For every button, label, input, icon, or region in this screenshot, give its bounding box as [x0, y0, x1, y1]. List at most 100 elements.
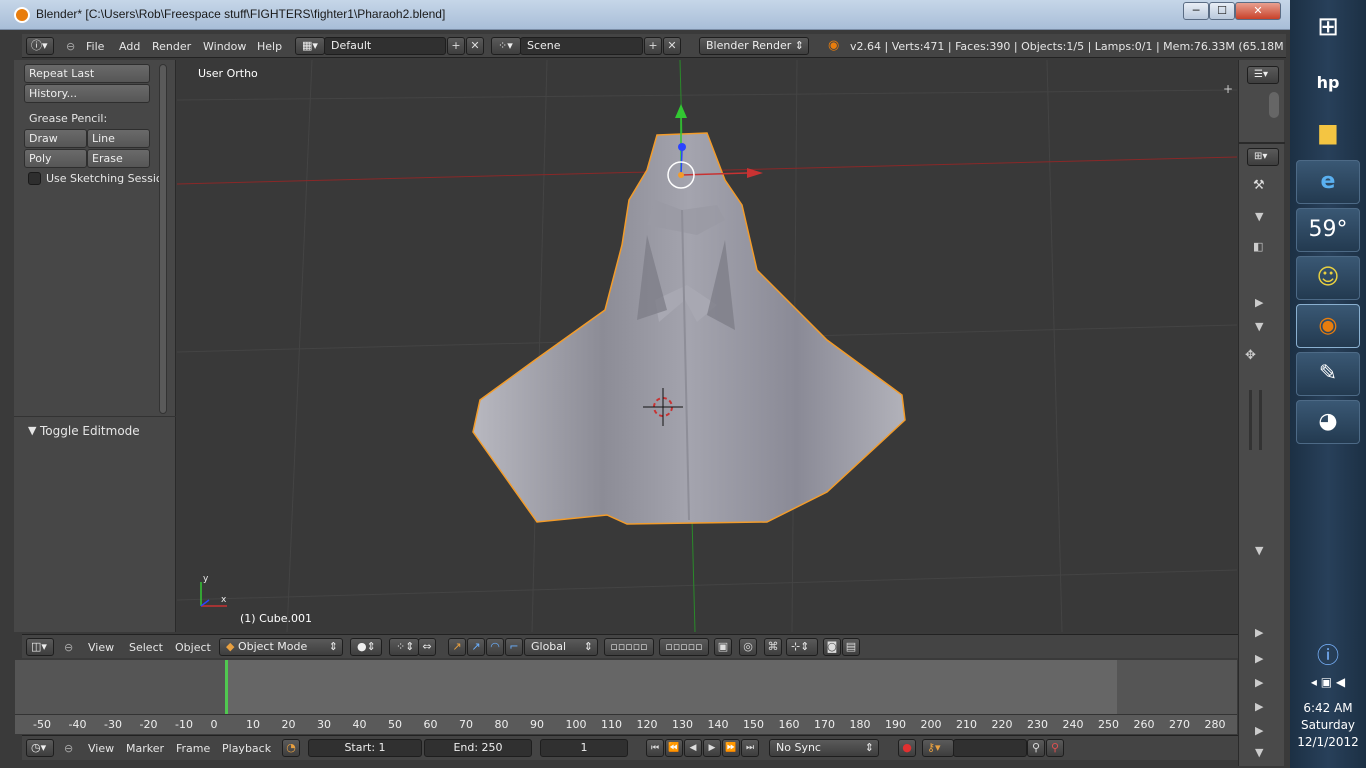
- rotate-widget-icon[interactable]: ◠: [486, 638, 504, 656]
- scene-remove-icon[interactable]: ✕: [663, 37, 681, 55]
- outliner-editor-type-button[interactable]: ☰▾: [1247, 66, 1279, 84]
- layers-grid-1[interactable]: ▫▫▫▫▫: [604, 638, 654, 656]
- editor-type-info-button[interactable]: ⓘ▾: [26, 37, 54, 55]
- render-animation-icon[interactable]: ▤: [842, 638, 860, 656]
- scene-add-icon[interactable]: +: [644, 37, 662, 55]
- hp-icon[interactable]: hp: [1296, 62, 1360, 106]
- expand-triangle-icon[interactable]: ▶: [1255, 700, 1263, 713]
- layout-remove-icon[interactable]: ✕: [466, 37, 484, 55]
- toggle-editmode-heading[interactable]: Toggle Editmode: [40, 424, 140, 438]
- record-icon[interactable]: ●: [898, 739, 916, 757]
- maximize-button[interactable]: ☐: [1209, 2, 1235, 20]
- plus-corner-icon[interactable]: +: [1223, 82, 1233, 96]
- expand-triangle-icon[interactable]: ▶: [1255, 724, 1263, 737]
- tool-shelf-scrollbar[interactable]: [159, 64, 167, 414]
- scene-name-field[interactable]: Scene: [520, 37, 643, 55]
- menu-add[interactable]: Add: [119, 40, 140, 53]
- play-reverse-icon[interactable]: ◀: [684, 739, 702, 757]
- menu-marker[interactable]: Marker: [126, 742, 164, 755]
- menu-playback[interactable]: Playback: [222, 742, 271, 755]
- blender-taskbar-icon[interactable]: ◉: [1296, 304, 1360, 348]
- close-button[interactable]: ✕: [1235, 2, 1281, 20]
- timeline-area[interactable]: [15, 660, 1237, 714]
- manipulator-toggle-icon[interactable]: ⇔: [418, 638, 436, 656]
- editor-type-3d-button[interactable]: ◫▾: [26, 638, 54, 656]
- jump-end-icon[interactable]: ⏭: [741, 739, 759, 757]
- menu-frame[interactable]: Frame: [176, 742, 210, 755]
- grease-erase-button[interactable]: Erase: [87, 149, 150, 168]
- properties-editor-type-button[interactable]: ⊞▾: [1247, 148, 1279, 166]
- wrench-icon[interactable]: ⚒: [1253, 178, 1265, 193]
- pivot-select[interactable]: ⁘⇕: [389, 638, 419, 656]
- jump-keyframe-back-icon[interactable]: ⏪: [665, 739, 683, 757]
- minimize-button[interactable]: ─: [1183, 2, 1209, 20]
- translate-manipulator-icon[interactable]: ↗: [448, 638, 466, 656]
- expand-triangle-icon[interactable]: ▼: [28, 424, 36, 437]
- menu-file[interactable]: File: [86, 40, 104, 53]
- move-icon[interactable]: ✥: [1245, 348, 1256, 363]
- jump-keyframe-forward-icon[interactable]: ⏩: [722, 739, 740, 757]
- layout-add-icon[interactable]: +: [447, 37, 465, 55]
- shading-select[interactable]: ●⇕: [350, 638, 382, 656]
- collapse-icon[interactable]: ⊖: [64, 742, 73, 755]
- outliner-scrollbar[interactable]: [1269, 92, 1279, 118]
- grease-draw-button[interactable]: Draw: [24, 129, 87, 148]
- editor-type-timeline-button[interactable]: ◷▾: [26, 739, 54, 757]
- 3d-viewport[interactable]: y x User Ortho (1) Cube.001 +: [177, 60, 1237, 632]
- taskbar-clock[interactable]: 6:42 AM Saturday 12/1/2012: [1290, 700, 1366, 751]
- proportional-edit-icon[interactable]: ◎: [739, 638, 757, 656]
- scene-browse-button[interactable]: ⁘▾: [491, 37, 521, 55]
- expand-triangle-icon[interactable]: ▶: [1255, 296, 1263, 309]
- weather-gadget[interactable]: 59°: [1296, 208, 1360, 252]
- layout-name-field[interactable]: Default: [324, 37, 446, 55]
- render-camera-icon[interactable]: ◙: [823, 638, 841, 656]
- grease-poly-button[interactable]: Poly: [24, 149, 87, 168]
- collapse-triangle-icon[interactable]: ▼: [1255, 320, 1263, 333]
- keying-set-icon[interactable]: ⚷▾: [922, 739, 954, 757]
- jump-start-icon[interactable]: ⏮: [646, 739, 664, 757]
- menu-help[interactable]: Help: [257, 40, 282, 53]
- internet-explorer-icon[interactable]: e: [1296, 160, 1360, 204]
- menu-object[interactable]: Object: [175, 641, 211, 654]
- expand-triangle-icon[interactable]: ▶: [1255, 626, 1263, 639]
- insert-keyframe-icon[interactable]: ⚲: [1027, 739, 1045, 757]
- folder-icon[interactable]: ▆: [1296, 112, 1360, 156]
- end-frame-field[interactable]: End: 250: [424, 739, 532, 757]
- grease-line-button[interactable]: Line: [87, 129, 150, 148]
- camera-icon[interactable]: ◧: [1253, 240, 1263, 253]
- tray-icons[interactable]: ◂ ▣ ◀: [1296, 672, 1360, 692]
- layout-browse-button[interactable]: ▦▾: [295, 37, 325, 55]
- lock-layers-icon[interactable]: ▣: [714, 638, 732, 656]
- gimp-icon[interactable]: ◕: [1296, 400, 1360, 444]
- timeline-ruler[interactable]: -50 -40 -30 -20 -10 0 10 20 30 40 50 60 70 80 90 100 110…: [15, 714, 1237, 734]
- yahoo-messenger-icon[interactable]: ☺: [1296, 256, 1360, 300]
- sync-select[interactable]: No Sync ⇕: [769, 739, 879, 757]
- sketching-checkbox[interactable]: [28, 172, 41, 185]
- expand-triangle-icon[interactable]: ▶: [1255, 652, 1263, 665]
- current-frame-field[interactable]: 1: [540, 739, 628, 757]
- start-orb-icon[interactable]: ⊞: [1296, 6, 1360, 50]
- delete-keyframe-icon[interactable]: ⚲: [1046, 739, 1064, 757]
- menu-view[interactable]: View: [88, 742, 114, 755]
- history-button[interactable]: History...: [24, 84, 150, 103]
- menu-view[interactable]: View: [88, 641, 114, 654]
- collapse-triangle-icon[interactable]: ▼: [1255, 210, 1263, 223]
- move-widget-icon[interactable]: ↗: [467, 638, 485, 656]
- preview-range-icon[interactable]: ◔: [282, 739, 300, 757]
- collapse-triangle-icon[interactable]: ▼: [1255, 746, 1263, 759]
- collapse-icon[interactable]: ⊖: [66, 40, 75, 53]
- current-frame-line[interactable]: [225, 660, 228, 714]
- properties-slider[interactable]: [1259, 390, 1262, 450]
- orientation-select[interactable]: Global ⇕: [524, 638, 598, 656]
- render-engine-select[interactable]: Blender Render ⇕: [699, 37, 809, 55]
- snap-element-select[interactable]: ⊹⇕: [786, 638, 818, 656]
- layers-grid-2[interactable]: ▫▫▫▫▫: [659, 638, 709, 656]
- keying-set-field[interactable]: [953, 739, 1027, 757]
- play-icon[interactable]: ▶: [703, 739, 721, 757]
- collapse-triangle-icon[interactable]: ▼: [1255, 544, 1263, 557]
- mode-select[interactable]: ◆ Object Mode ⇕: [219, 638, 343, 656]
- menu-select[interactable]: Select: [129, 641, 163, 654]
- notepad-icon[interactable]: ✎: [1296, 352, 1360, 396]
- collapse-icon[interactable]: ⊖: [64, 641, 73, 654]
- repeat-last-button[interactable]: Repeat Last: [24, 64, 150, 83]
